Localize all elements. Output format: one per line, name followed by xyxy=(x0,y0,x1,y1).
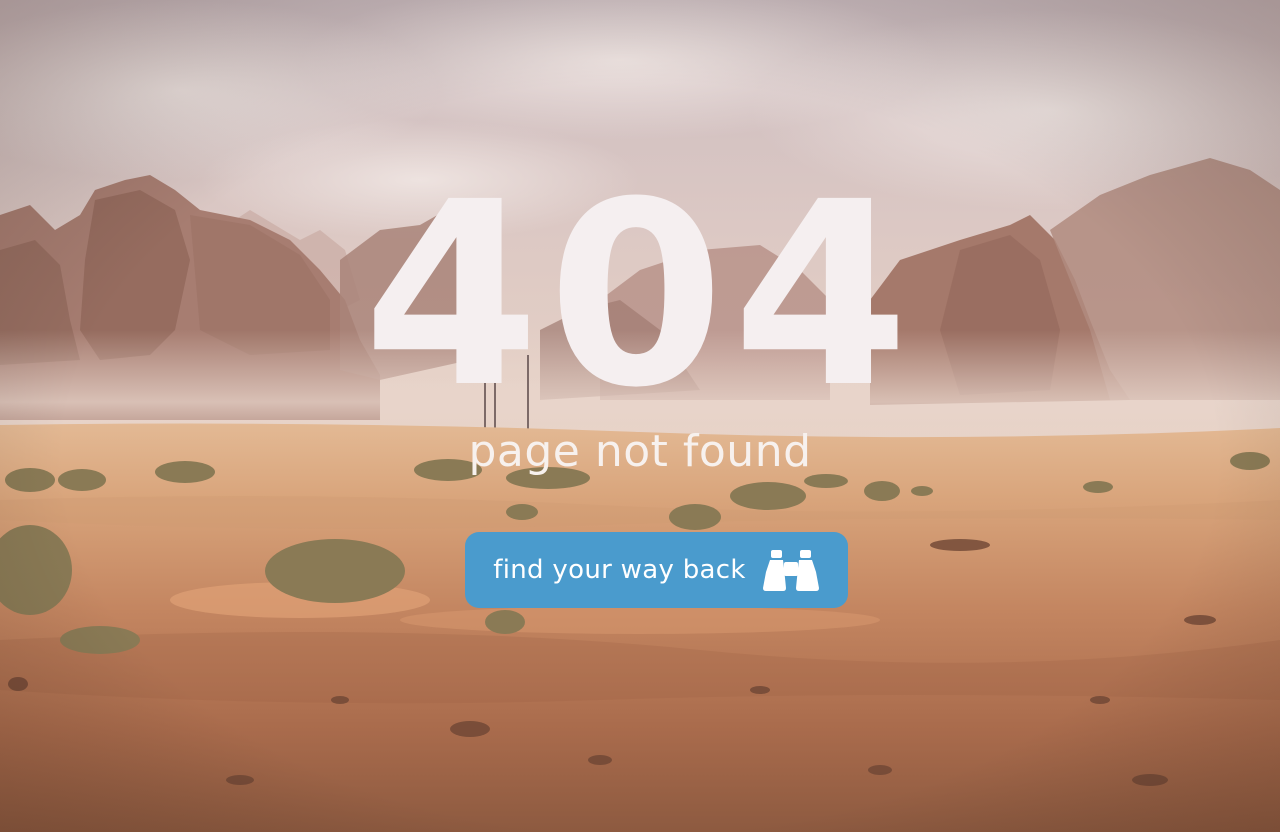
error-message: page not found xyxy=(468,426,812,477)
error-code-heading: 404 xyxy=(362,147,918,443)
find-your-way-back-button[interactable]: find your way back xyxy=(465,532,848,608)
not-found-content: 404 page not found find your way back xyxy=(0,0,1280,832)
find-your-way-back-label: find your way back xyxy=(493,555,746,585)
binoculars-icon xyxy=(762,550,819,591)
